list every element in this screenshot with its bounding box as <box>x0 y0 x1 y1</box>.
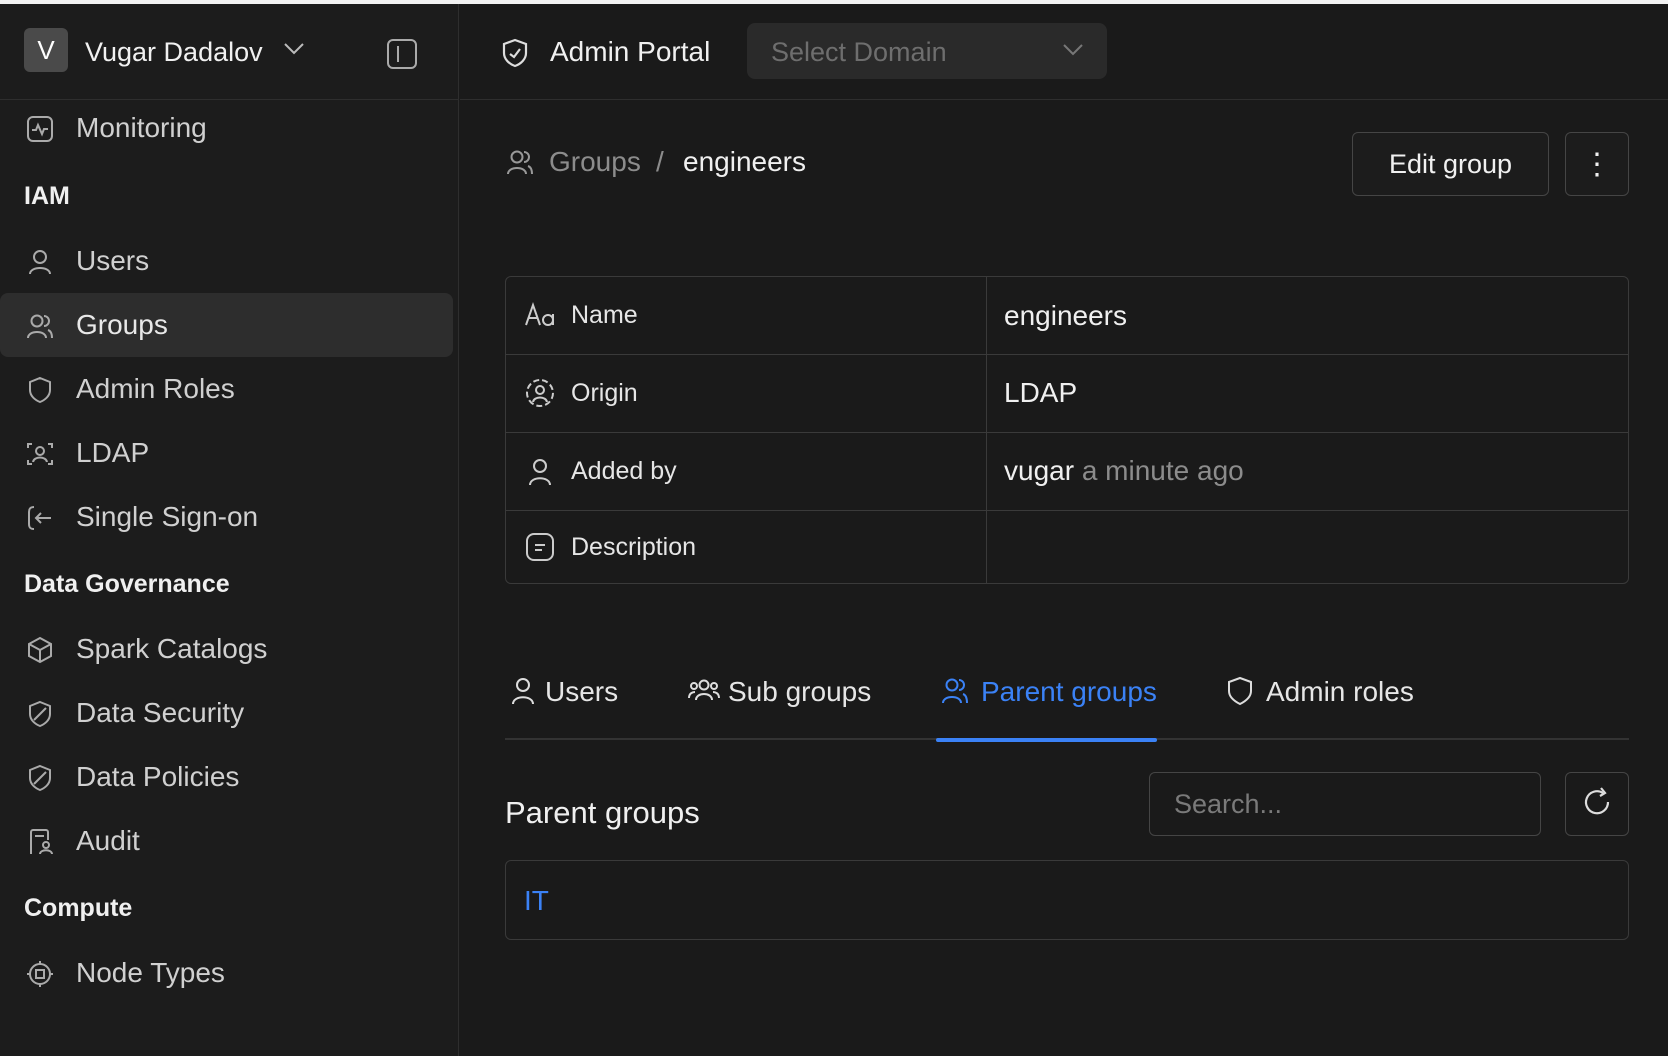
property-label: Description <box>571 533 697 561</box>
property-row-name: Name engineers <box>506 277 1628 355</box>
edit-group-button[interactable]: Edit group <box>1352 132 1549 196</box>
login-icon <box>26 504 54 532</box>
top-bar: Admin Portal Select Domain <box>460 4 1668 100</box>
user-icon <box>524 457 556 492</box>
tab-label: Sub groups <box>728 676 872 707</box>
property-key: Description <box>506 511 987 583</box>
breadcrumb-separator: / <box>656 146 664 177</box>
users-icon <box>26 312 54 340</box>
sidebar-item-label: Audit <box>76 825 140 856</box>
sidebar-header: V Vugar Dadalov <box>0 4 458 100</box>
property-key: Name <box>506 277 987 354</box>
sidebar-item-label: LDAP <box>76 437 150 468</box>
property-row-description: Description <box>506 511 1628 583</box>
user-icon <box>509 676 537 711</box>
users-group-icon <box>688 676 720 711</box>
sidebar-item-audit[interactable]: Audit <box>0 809 453 873</box>
section-title-compute: Compute <box>24 894 133 922</box>
sidebar-item-label: Spark Catalogs <box>76 633 268 664</box>
sidebar-item-sso[interactable]: Single Sign-on <box>0 485 453 549</box>
tab-bar: Users Sub groups Parent groups Admin rol… <box>505 668 1629 742</box>
sidebar-item-label: Monitoring <box>76 112 207 143</box>
file-user-icon <box>26 828 54 856</box>
user-circle-icon <box>524 377 556 414</box>
sidebar-item-label: Data Security <box>76 697 245 728</box>
property-row-added-by: Added by vugar a minute ago <box>506 433 1628 511</box>
section-heading-parent-groups: Parent groups <box>505 795 700 830</box>
note-icon <box>524 531 556 568</box>
app-title: Admin Portal <box>550 36 711 67</box>
tab-sub-groups[interactable]: Sub groups <box>684 668 884 740</box>
sidebar-item-admin-roles[interactable]: Admin Roles <box>0 357 453 421</box>
property-key: Origin <box>506 355 987 432</box>
property-value-added-by: vugar a minute ago <box>1004 455 1244 487</box>
property-label: Origin <box>571 379 638 407</box>
group-properties-table: Name engineers Origin LDAP Added by vuga… <box>505 276 1629 584</box>
text-case-icon <box>524 301 558 336</box>
section-title-governance: Data Governance <box>24 570 230 598</box>
property-value-name: engineers <box>1004 300 1127 331</box>
parent-groups-list: IT <box>505 860 1629 940</box>
property-key: Added by <box>506 433 987 510</box>
activity-icon <box>26 115 54 143</box>
shield-off-icon <box>26 700 54 728</box>
shield-off-icon <box>26 764 54 792</box>
shield-icon <box>1226 676 1254 711</box>
sidebar-item-spark-catalogs[interactable]: Spark Catalogs <box>0 617 453 681</box>
chip-icon <box>26 960 54 988</box>
tab-parent-groups[interactable]: Parent groups <box>936 668 1157 742</box>
tab-users[interactable]: Users <box>505 668 625 740</box>
sidebar-item-groups[interactable]: Groups <box>0 293 453 357</box>
property-value-origin: LDAP <box>1004 377 1078 408</box>
domain-select-placeholder: Select Domain <box>771 37 947 67</box>
breadcrumb-link-groups[interactable]: Groups <box>549 146 641 178</box>
more-options-button[interactable]: ⋮ <box>1565 132 1629 196</box>
chevron-down-icon <box>1062 43 1084 62</box>
property-row-origin: Origin LDAP <box>506 355 1628 433</box>
tab-label: Parent groups <box>981 676 1157 707</box>
sidebar-item-users[interactable]: Users <box>0 229 453 293</box>
added-by-time: a minute ago <box>1081 455 1244 486</box>
section-title-iam: IAM <box>24 182 70 210</box>
sidebar-item-label: Users <box>76 245 150 276</box>
sidebar-item-node-types[interactable]: Node Types <box>0 941 453 1005</box>
refresh-icon <box>1579 784 1615 825</box>
user-icon <box>26 248 54 276</box>
sidebar-item-label: Groups <box>76 309 168 340</box>
users-icon <box>940 676 970 711</box>
sidebar-item-label: Node Types <box>76 957 225 988</box>
avatar[interactable]: V <box>24 28 68 72</box>
sidebar: V Vugar Dadalov Monitoring IAM Users Gro… <box>0 4 459 1056</box>
users-icon <box>506 148 534 181</box>
cube-icon <box>26 636 54 664</box>
property-label: Added by <box>571 457 677 485</box>
tab-label: Admin roles <box>1266 676 1414 707</box>
sidebar-item-label: Data Policies <box>76 761 240 792</box>
list-item[interactable]: IT <box>524 885 549 917</box>
user-scan-icon <box>26 440 54 468</box>
sidebar-toggle-icon[interactable] <box>386 38 418 75</box>
tab-admin-roles[interactable]: Admin roles <box>1222 668 1422 740</box>
search-input[interactable] <box>1149 772 1541 836</box>
user-name[interactable]: Vugar Dadalov <box>85 37 263 68</box>
sidebar-item-monitoring[interactable]: Monitoring <box>0 96 453 160</box>
breadcrumb-current: engineers <box>683 146 806 177</box>
shield-icon <box>26 376 54 404</box>
tab-label: Users <box>545 676 619 707</box>
added-by-user: vugar <box>1004 455 1075 486</box>
domain-select[interactable]: Select Domain <box>747 23 1107 79</box>
sidebar-item-ldap[interactable]: LDAP <box>0 421 453 485</box>
sidebar-item-label: Admin Roles <box>76 373 235 404</box>
sidebar-item-data-security[interactable]: Data Security <box>0 681 453 745</box>
refresh-button[interactable] <box>1565 772 1629 836</box>
chevron-down-icon[interactable] <box>283 42 305 61</box>
sidebar-item-data-policies[interactable]: Data Policies <box>0 745 453 809</box>
shield-check-icon <box>500 38 530 73</box>
property-label: Name <box>571 301 638 329</box>
sidebar-item-label: Single Sign-on <box>76 501 259 532</box>
